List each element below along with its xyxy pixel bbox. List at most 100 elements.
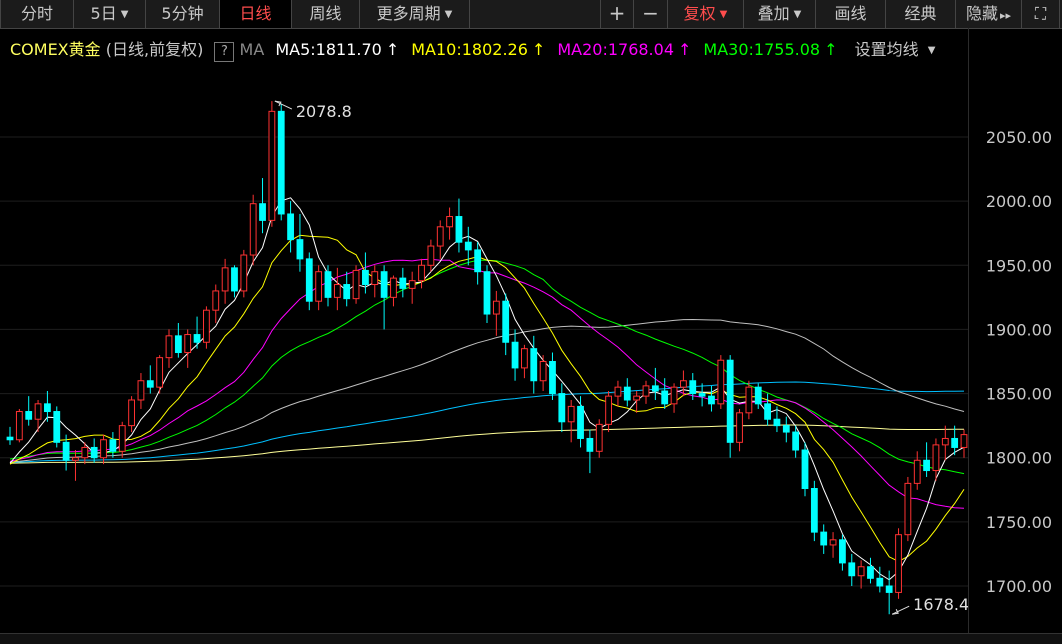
tab-5day-label: 5日 [90, 4, 117, 23]
candle-body [362, 269, 369, 286]
candle-body [960, 434, 968, 448]
candle-body [895, 534, 902, 593]
candle-body [913, 459, 921, 484]
hide-button-label: 隐藏 [965, 4, 998, 23]
candle-body [165, 335, 173, 359]
candle-body [792, 431, 800, 451]
candle-body [427, 245, 435, 266]
adjust-button-label: 复权 [683, 4, 716, 23]
candle-body [315, 271, 323, 302]
adjust-button[interactable]: 复权 ▼ [668, 0, 744, 28]
zoom-out-button-label: − [642, 1, 659, 25]
candle-body [745, 386, 753, 414]
candle-body [736, 412, 743, 443]
candle-body [951, 437, 959, 448]
candle-body [867, 566, 874, 579]
candle-body [446, 216, 453, 228]
ma-values: MA5:1811.70 ↑ MA10:1802.26 ↑ MA20:1768.04 ↑ MA… [275, 40, 849, 59]
fullscreen-icon[interactable]: ⛶ [1022, 0, 1060, 28]
candle-body [390, 277, 397, 298]
candle-body [521, 348, 528, 369]
draw-line-button-label: 画线 [834, 4, 867, 23]
chevron-down-icon: ▼ [444, 9, 453, 20]
ma-settings-label: 设置均线 [854, 40, 919, 59]
candle-body [62, 441, 70, 461]
tab-daily[interactable]: 日线 [220, 0, 292, 28]
candle-body [109, 439, 117, 452]
candle-body [287, 213, 294, 241]
candle-body [539, 361, 547, 382]
candle-body [474, 249, 482, 273]
candle-body [876, 577, 884, 587]
tab-5min[interactable]: 5分钟 [146, 0, 220, 28]
help-icon[interactable]: ? [214, 42, 235, 62]
candle-body [483, 271, 491, 315]
ma-value-text: MA10:1802.26 [411, 40, 528, 59]
classic-button[interactable]: 经典 [886, 0, 956, 28]
ma-settings-button[interactable]: 设置均线 ▼ [855, 40, 936, 59]
candle-body [764, 403, 771, 420]
tab-more-periods[interactable]: 更多周期 ▼ [360, 0, 470, 28]
chevron-down-icon: ▼ [120, 9, 129, 20]
candle-body [651, 385, 659, 392]
tab-weekly[interactable]: 周线 [292, 0, 360, 28]
double-chevron-right-icon: ▸▸ [999, 9, 1012, 22]
candle-body [577, 405, 584, 439]
candle-body [904, 482, 912, 536]
candle-body [810, 488, 818, 533]
candlestick-chart[interactable]: 2050.00 2000.00 1950.00 1900.00 1850.00 1800.… [0, 64, 1062, 633]
candle-body [259, 203, 266, 221]
draw-line-button[interactable]: 画线 [816, 0, 886, 28]
candle-body [726, 359, 734, 443]
candle-body [680, 380, 687, 388]
candle-body [642, 385, 650, 397]
y-tick-label: 1700.00 [986, 577, 1052, 596]
candle-body [689, 380, 697, 395]
candle-body [81, 446, 89, 459]
candle-body [146, 380, 154, 388]
candle-body [15, 411, 23, 441]
up-arrow-icon: ↑ [385, 40, 400, 59]
tab-5day[interactable]: 5日 ▼ [74, 0, 146, 28]
candle-body [296, 239, 304, 260]
tab-intraday[interactable]: 分时 [0, 0, 74, 28]
candle-body [633, 395, 641, 401]
candle-body [923, 459, 930, 472]
zoom-in-button[interactable]: + [600, 0, 634, 28]
ma-value-text: MA20:1768.04 [557, 40, 674, 59]
period-toolbar: 分时 5日 ▼ 5分钟 日线 周线 更多周期 ▼ + − 复权 ▼ 叠加 ▼ 画线 经典 隐藏 ▸▸ ⛶ [0, 0, 1062, 29]
y-tick-label: 2000.00 [986, 192, 1052, 211]
ma-label: MA [239, 40, 265, 59]
candle-body [820, 531, 828, 546]
candle-body [193, 334, 201, 343]
candle-body [34, 403, 42, 420]
candle-body [305, 258, 313, 302]
up-arrow-icon: ↑ [824, 40, 838, 59]
candle-body [184, 334, 192, 354]
hide-button[interactable]: 隐藏 ▸▸ [956, 0, 1022, 28]
candle-body [492, 300, 500, 315]
ma-value-4: MA30:1755.08 ↑ [703, 40, 837, 59]
candle-body [857, 566, 865, 577]
candle-body [72, 457, 79, 461]
candle-body [717, 359, 725, 405]
low-pointer [891, 605, 910, 615]
low-price-label: 1678.4 [913, 595, 969, 614]
candle-body [231, 267, 238, 292]
candle-body [408, 280, 416, 289]
candle-body [773, 418, 781, 427]
candle-body [156, 357, 164, 388]
price-axis-divider [968, 28, 969, 643]
candle-body [44, 403, 51, 413]
bottom-scrollbar[interactable] [0, 633, 1062, 644]
overlay-button[interactable]: 叠加 ▼ [744, 0, 816, 28]
tab-more-periods-label: 更多周期 [376, 4, 441, 23]
candle-body [549, 361, 556, 395]
candle-body [418, 264, 425, 282]
candle-body [174, 335, 182, 354]
y-tick-label: 1800.00 [986, 449, 1052, 468]
candle-body [455, 216, 463, 243]
tab-intraday-label: 分时 [20, 4, 53, 23]
candle-body [502, 300, 510, 343]
zoom-out-button[interactable]: − [634, 0, 668, 28]
